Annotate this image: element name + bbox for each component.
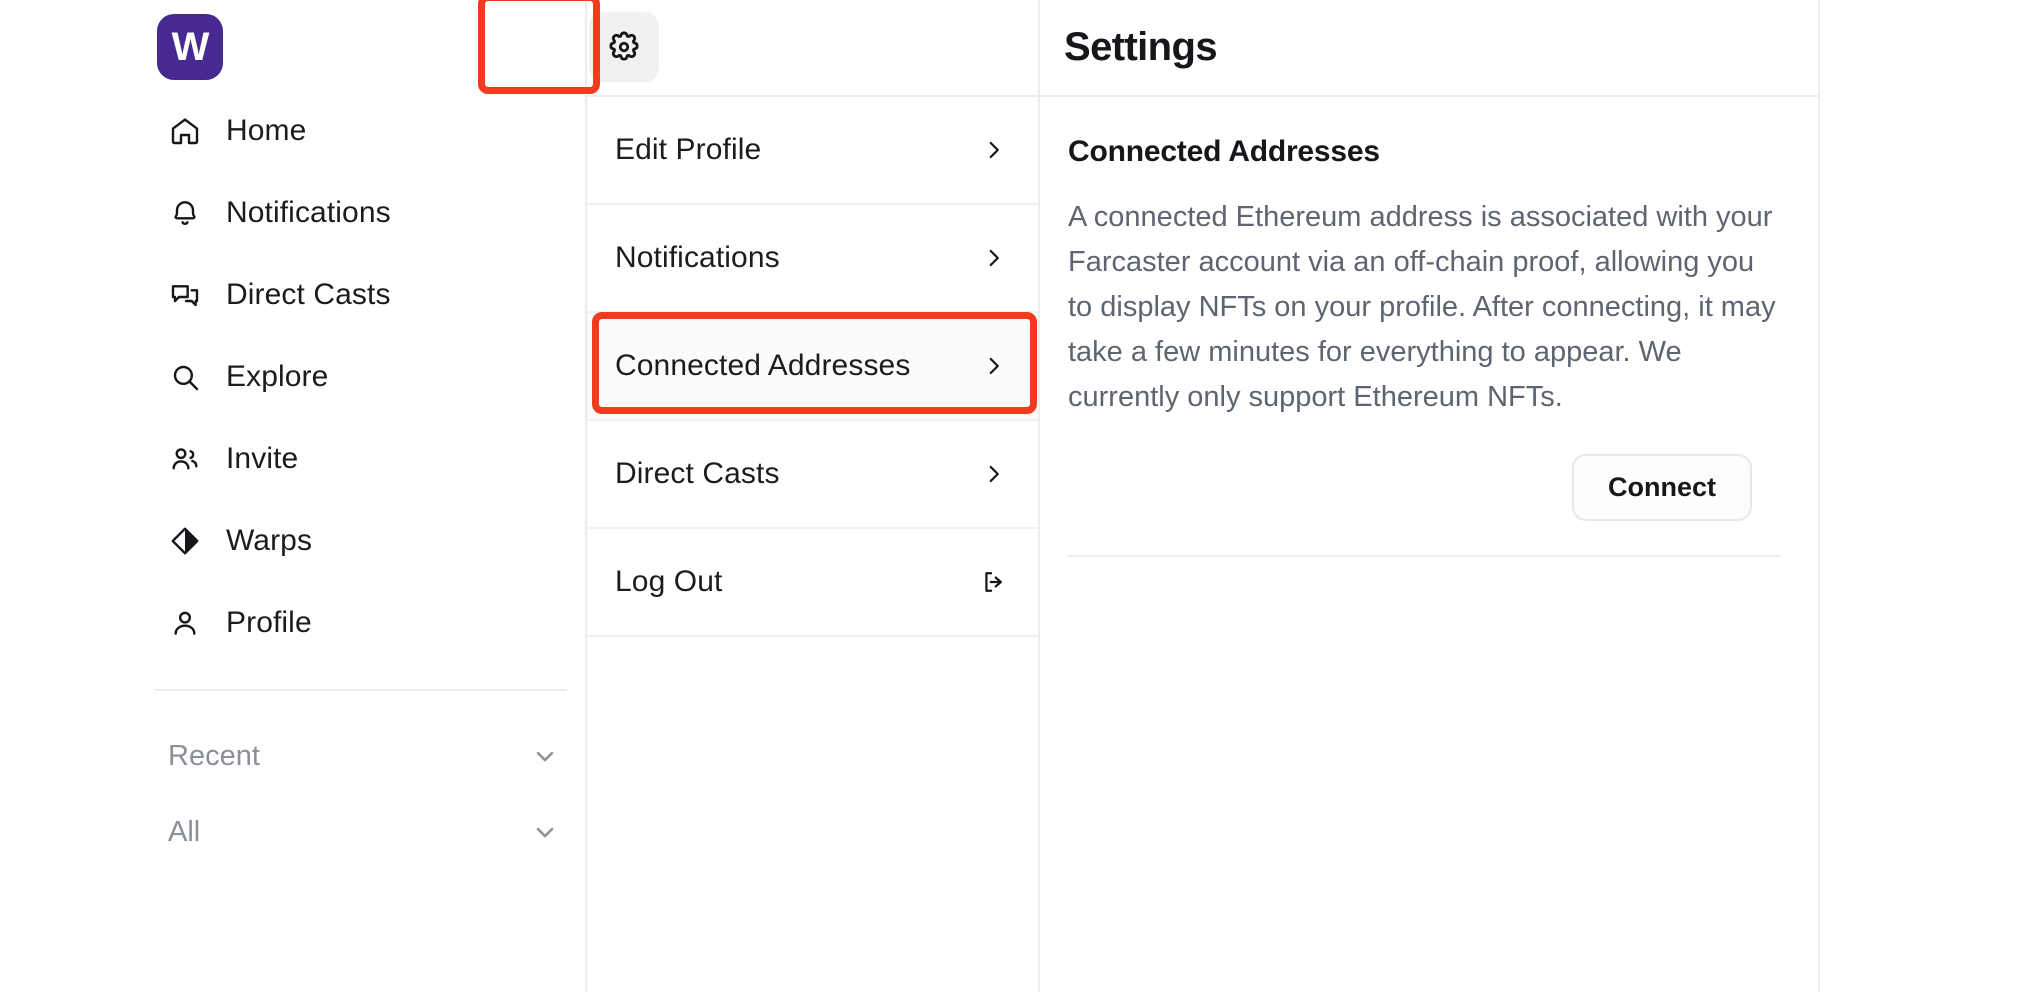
settings-menu-label: Log Out [615, 565, 723, 598]
sidebar-nav: Home Notifications Direct Casts Explore … [0, 90, 585, 664]
sidebar-sections: Recent All [0, 718, 585, 870]
chevron-right-icon [980, 244, 1008, 272]
search-icon [168, 360, 202, 394]
sidebar-divider [155, 689, 567, 691]
warpcast-logo-tile: W [157, 14, 223, 80]
sidebar-item-invite[interactable]: Invite [0, 418, 585, 500]
connect-button-row: Connect [1068, 420, 1780, 521]
detail-divider [1068, 555, 1780, 557]
sidebar-item-direct-casts[interactable]: Direct Casts [0, 254, 585, 336]
settings-menu-label: Notifications [615, 241, 780, 274]
sidebar-item-warps[interactable]: Warps [0, 500, 585, 582]
chevron-right-icon [980, 136, 1008, 164]
chevron-right-icon [980, 352, 1008, 380]
sidebar-item-notifications[interactable]: Notifications [0, 172, 585, 254]
settings-menu-item-connected-addresses[interactable]: Connected Addresses [587, 313, 1038, 421]
diamond-icon [168, 524, 202, 558]
sidebar-item-home[interactable]: Home [0, 90, 585, 172]
sidebar-item-label: Explore [226, 360, 329, 393]
sidebar-section-recent[interactable]: Recent [0, 718, 585, 794]
chevron-right-icon [980, 460, 1008, 488]
app-logo[interactable]: W [157, 14, 223, 80]
detail-title: Connected Addresses [1068, 135, 1380, 168]
detail-panel-body: Connected Addresses A connected Ethereum… [1040, 97, 1818, 557]
chevron-down-icon[interactable] [530, 817, 560, 847]
settings-column-header [587, 0, 1038, 95]
settings-menu: Edit Profile Notifications Connected Add… [587, 95, 1038, 637]
detail-panel: Settings Connected Addresses A connected… [1040, 0, 1820, 992]
settings-menu-item-notifications[interactable]: Notifications [587, 205, 1038, 313]
sidebar-item-label: Home [226, 114, 307, 147]
settings-menu-item-direct-casts[interactable]: Direct Casts [587, 421, 1038, 529]
sidebar: W Home Notifications Direct Casts Explor… [0, 0, 585, 992]
empty-right-area [1820, 0, 2030, 992]
home-icon [168, 114, 202, 148]
settings-menu-label: Connected Addresses [615, 349, 911, 382]
chat-bubbles-icon [168, 278, 202, 312]
bell-icon [168, 196, 202, 230]
sidebar-item-label: Invite [226, 442, 299, 475]
page-title: Settings [1064, 25, 1218, 69]
detail-description: A connected Ethereum address is associat… [1068, 201, 1776, 413]
logo-letter: W [171, 25, 210, 69]
sidebar-section-label: Recent [168, 739, 260, 772]
users-icon [168, 442, 202, 476]
sidebar-item-label: Direct Casts [226, 278, 391, 311]
sidebar-section-all[interactable]: All [0, 794, 585, 870]
app-root: W Home Notifications Direct Casts Explor… [0, 0, 2030, 992]
settings-column: Edit Profile Notifications Connected Add… [585, 0, 1040, 992]
connect-button[interactable]: Connect [1572, 454, 1752, 521]
logout-icon [980, 568, 1008, 596]
sidebar-item-label: Notifications [226, 196, 391, 229]
person-icon [168, 606, 202, 640]
sidebar-item-label: Warps [226, 524, 313, 557]
chevron-down-icon[interactable] [530, 741, 560, 771]
sidebar-section-label: All [168, 815, 201, 848]
settings-menu-item-edit-profile[interactable]: Edit Profile [587, 97, 1038, 205]
settings-menu-label: Direct Casts [615, 457, 780, 490]
sidebar-item-profile[interactable]: Profile [0, 582, 585, 664]
settings-menu-item-log-out[interactable]: Log Out [587, 529, 1038, 637]
gear-icon[interactable] [589, 12, 659, 82]
detail-panel-header: Settings [1040, 0, 1818, 97]
settings-menu-label: Edit Profile [615, 133, 762, 166]
sidebar-item-explore[interactable]: Explore [0, 336, 585, 418]
sidebar-item-label: Profile [226, 606, 312, 639]
